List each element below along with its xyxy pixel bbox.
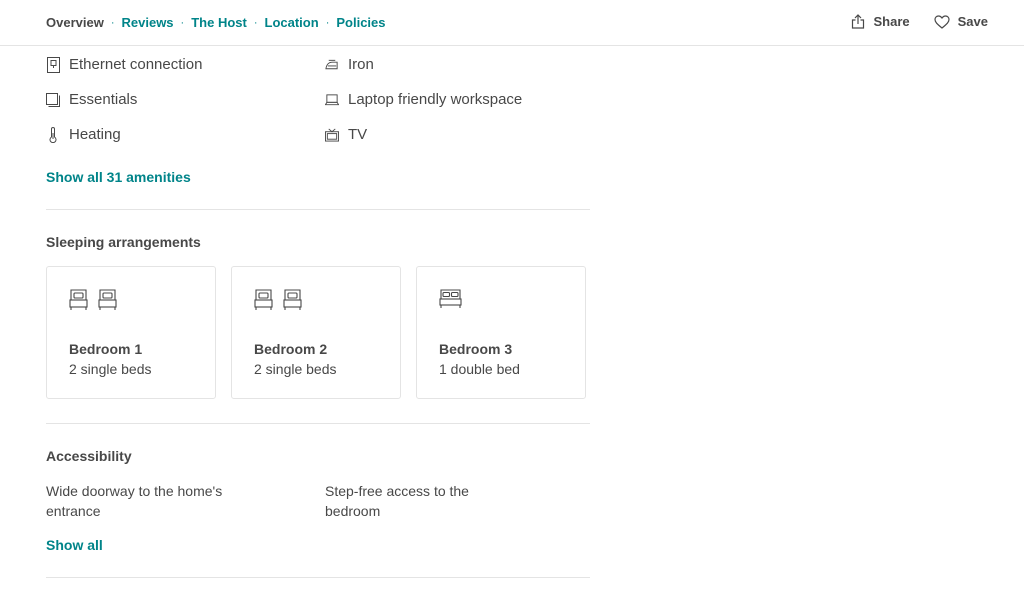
ethernet-icon bbox=[46, 56, 60, 73]
share-button[interactable]: Share bbox=[851, 14, 910, 29]
amenity-item: Ethernet connection bbox=[46, 56, 202, 73]
nav-separator: · bbox=[253, 16, 258, 29]
section-divider bbox=[46, 209, 590, 210]
section-divider bbox=[46, 577, 590, 578]
nav-reviews[interactable]: Reviews bbox=[122, 15, 174, 30]
bedroom-card: Bedroom 2 2 single beds bbox=[231, 266, 401, 399]
section-divider bbox=[46, 423, 590, 424]
listing-content: Ethernet connection Iron Essentials Lapt… bbox=[46, 46, 590, 578]
save-label: Save bbox=[957, 14, 988, 29]
header-actions: Share Save bbox=[851, 14, 988, 29]
nav-separator: · bbox=[325, 16, 330, 29]
laptop-icon bbox=[325, 92, 339, 108]
nav-separator: · bbox=[180, 16, 185, 29]
bedroom-name: Bedroom 1 bbox=[69, 341, 143, 357]
bedroom-beds: 2 single beds bbox=[69, 361, 152, 377]
amenity-item: Heating bbox=[46, 126, 121, 143]
nav-overview[interactable]: Overview bbox=[46, 15, 104, 30]
nav-policies[interactable]: Policies bbox=[336, 15, 385, 30]
heart-icon bbox=[934, 14, 950, 29]
amenity-label: Ethernet connection bbox=[69, 56, 203, 73]
sleeping-arrangements-title: Sleeping arrangements bbox=[46, 234, 201, 250]
amenity-label: Heating bbox=[69, 126, 121, 143]
section-nav: Overview · Reviews · The Host · Location… bbox=[46, 15, 386, 30]
amenity-item: Iron bbox=[325, 56, 374, 73]
bedroom-card: Bedroom 1 2 single beds bbox=[46, 266, 216, 399]
amenity-label: TV bbox=[348, 126, 368, 143]
save-button[interactable]: Save bbox=[934, 14, 988, 29]
top-navigation-bar: Overview · Reviews · The Host · Location… bbox=[0, 0, 1024, 46]
bedroom-name: Bedroom 3 bbox=[439, 341, 513, 357]
amenities-list: Ethernet connection Iron Essentials Lapt… bbox=[46, 46, 590, 156]
single-bed-icon bbox=[283, 289, 302, 310]
amenity-label: Essentials bbox=[69, 91, 138, 108]
single-bed-icon bbox=[69, 289, 88, 310]
tv-icon bbox=[325, 127, 339, 143]
amenity-item: Essentials bbox=[46, 91, 137, 108]
nav-separator: · bbox=[110, 16, 115, 29]
amenity-label: Laptop friendly workspace bbox=[348, 91, 523, 108]
amenity-item: Laptop friendly workspace bbox=[325, 91, 522, 108]
show-all-amenities-link[interactable]: Show all 31 amenities bbox=[46, 169, 191, 185]
single-bed-icon bbox=[98, 289, 117, 310]
iron-icon bbox=[325, 57, 339, 73]
nav-the-host[interactable]: The Host bbox=[191, 15, 247, 30]
share-label: Share bbox=[873, 14, 910, 29]
accessibility-title: Accessibility bbox=[46, 448, 132, 464]
bedroom-beds: 2 single beds bbox=[254, 361, 337, 377]
accessibility-item: Step-free access to the bedroom bbox=[325, 483, 469, 519]
bedroom-name: Bedroom 2 bbox=[254, 341, 328, 357]
share-icon bbox=[852, 14, 865, 29]
show-all-accessibility-link[interactable]: Show all bbox=[46, 537, 103, 553]
thermometer-icon bbox=[46, 126, 60, 143]
single-bed-icon bbox=[254, 289, 273, 310]
sleeping-arrangements-cards: Bedroom 1 2 single beds Bedroom 2 2 sing… bbox=[46, 266, 586, 399]
essentials-icon bbox=[46, 92, 60, 108]
nav-location[interactable]: Location bbox=[265, 15, 319, 30]
amenity-item: TV bbox=[325, 126, 367, 143]
accessibility-item: Wide doorway to the home's entrance bbox=[46, 483, 223, 519]
bedroom-beds: 1 double bed bbox=[439, 361, 520, 377]
bedroom-card: Bedroom 3 1 double bed bbox=[416, 266, 586, 399]
amenity-label: Iron bbox=[348, 56, 374, 73]
double-bed-icon bbox=[439, 289, 462, 308]
